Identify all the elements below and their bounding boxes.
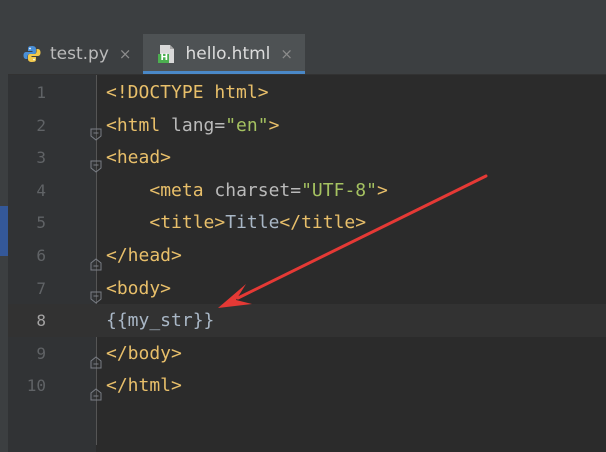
code-text: </head> — [106, 239, 182, 272]
fold-end-icon[interactable] — [90, 347, 102, 369]
code-token-tag: <title> — [149, 212, 226, 234]
fold-end-icon[interactable] — [90, 379, 102, 401]
code-token-tag: </html> — [106, 375, 182, 397]
code-token-val: "en" — [225, 114, 269, 136]
line-number: 1 — [36, 83, 46, 102]
html-file-icon-letter: H — [160, 53, 169, 63]
line-number: 4 — [36, 180, 46, 200]
line-number: 2 — [36, 115, 46, 135]
code-token-tag: <head> — [106, 147, 172, 169]
code-token-tag: <!DOCTYPE html> — [106, 82, 269, 103]
code-editor[interactable]: 1 <!DOCTYPE html> 2 <html lang="en"> 3 <head>… — [8, 75, 606, 452]
project-panel-selection — [0, 206, 8, 256]
code-token-tag: > — [376, 179, 388, 201]
line-number: 5 — [36, 213, 46, 233]
code-line-3[interactable]: 3 <head> — [8, 141, 606, 174]
line-number: 7 — [36, 278, 46, 298]
fold-open-icon[interactable] — [90, 119, 102, 141]
code-token-txt: {{my_str}} — [106, 310, 215, 332]
code-token-tag: <body> — [106, 277, 172, 299]
code-line-6[interactable]: 6 </head> — [8, 239, 606, 272]
code-line-4[interactable]: 4 <meta charset="UTF-8"> — [8, 174, 606, 207]
code-text: <!DOCTYPE html> — [106, 76, 269, 109]
code-text: <head> — [106, 141, 171, 174]
project-panel-edge — [0, 34, 8, 452]
code-token-tag: <html — [106, 114, 172, 136]
code-line-7[interactable]: 7 <body> — [8, 272, 606, 305]
code-text: <html lang="en"> — [106, 109, 279, 142]
tab-test-py-close-icon[interactable]: × — [119, 45, 132, 63]
code-text: <title>Title</title> — [106, 206, 366, 239]
code-line-9[interactable]: 9 </body> — [8, 337, 606, 370]
window-top-strip — [0, 0, 606, 34]
line-number: 9 — [36, 343, 46, 363]
code-token-attr: charset= — [214, 179, 302, 201]
python-file-icon — [22, 44, 42, 64]
html-file-icon: H — [157, 44, 177, 64]
code-token-tag: </head> — [106, 245, 182, 266]
line-number: 8 — [36, 311, 46, 331]
fold-open-icon[interactable] — [90, 282, 102, 304]
code-line-1[interactable]: 1 <!DOCTYPE html> — [8, 76, 606, 109]
line-number: 10 — [26, 376, 46, 396]
code-token-tag: </title> — [279, 212, 367, 234]
code-token-tag: > — [268, 114, 280, 136]
code-line-5[interactable]: 5 <title>Title</title> — [8, 206, 606, 239]
line-number: 3 — [36, 148, 46, 168]
tab-hello-html[interactable]: H hello.html × — [143, 34, 305, 74]
line-number: 6 — [36, 246, 46, 265]
code-token-val: "UTF-8" — [301, 179, 377, 201]
code-text: {{my_str}} — [106, 304, 214, 337]
code-text: </html> — [106, 369, 182, 402]
code-token-tag: <meta — [149, 179, 215, 201]
fold-end-icon[interactable] — [90, 249, 102, 271]
tab-test-py-label: test.py — [50, 44, 109, 64]
editor-tab-bar: test.py × H hello.html × — [8, 34, 606, 75]
tab-hello-html-close-icon[interactable]: × — [280, 45, 293, 63]
code-text: <body> — [106, 272, 171, 305]
code-text: </body> — [106, 337, 182, 370]
code-text: <meta charset="UTF-8"> — [106, 174, 388, 207]
code-token-txt: Title — [225, 212, 280, 234]
code-line-10[interactable]: 10 </html> — [8, 369, 606, 402]
code-line-8[interactable]: 8 {{my_str}} — [8, 304, 606, 338]
tab-test-py[interactable]: test.py × — [8, 34, 143, 74]
code-token-tag: </body> — [106, 342, 182, 364]
code-line-2[interactable]: 2 <html lang="en"> — [8, 109, 606, 142]
fold-open-icon[interactable] — [90, 151, 102, 173]
code-token-attr: lang= — [171, 114, 226, 136]
tab-hello-html-label: hello.html — [185, 44, 271, 64]
